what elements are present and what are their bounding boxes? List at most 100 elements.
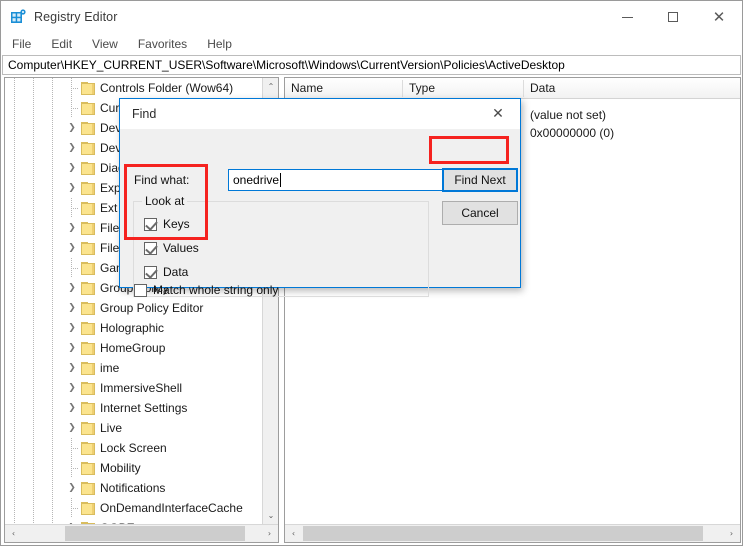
list-scroll-right-button[interactable]: › bbox=[723, 525, 740, 542]
column-header-data[interactable]: Data bbox=[524, 78, 740, 98]
menu-item-file[interactable]: File bbox=[3, 35, 40, 53]
tree-indent-guide bbox=[24, 198, 43, 218]
find-what-input[interactable]: onedrive bbox=[228, 169, 450, 191]
list-horizontal-scroll-thumb[interactable] bbox=[303, 526, 703, 541]
tree-scroll-down-button[interactable]: ⌄ bbox=[263, 507, 278, 524]
tree-item-notifications[interactable]: ❯ Notifications bbox=[5, 478, 262, 498]
chevron-right-icon[interactable]: ❯ bbox=[62, 398, 81, 418]
minimize-button[interactable] bbox=[604, 1, 650, 33]
tree-indent-guide bbox=[24, 298, 43, 318]
close-icon[interactable]: ✕ bbox=[476, 99, 520, 129]
menu-item-view[interactable]: View bbox=[83, 35, 127, 53]
tree-indent-guide bbox=[24, 438, 43, 458]
chevron-right-icon[interactable]: ❯ bbox=[62, 418, 81, 438]
close-button[interactable]: ✕ bbox=[696, 1, 742, 33]
tree-indent-guide bbox=[24, 178, 43, 198]
tree-indent-guide bbox=[43, 458, 62, 478]
tree-item-ondemandinterfacecache[interactable]: OnDemandInterfaceCache bbox=[5, 498, 262, 518]
checkbox-values-box[interactable] bbox=[144, 241, 157, 255]
chevron-right-icon[interactable]: ❯ bbox=[62, 318, 81, 338]
window-title: Registry Editor bbox=[34, 10, 118, 24]
checkbox-keys[interactable]: Keys bbox=[144, 217, 190, 231]
cell-data: (value not set) bbox=[530, 108, 607, 122]
tree-indent-guide bbox=[24, 398, 43, 418]
address-path: Computer\HKEY_CURRENT_USER\Software\Micr… bbox=[8, 58, 565, 72]
tree-indent-guide bbox=[24, 238, 43, 258]
chevron-right-icon[interactable]: ❯ bbox=[62, 178, 81, 198]
chevron-right-glyph: ❯ bbox=[68, 323, 76, 333]
tree-indent-guide bbox=[5, 438, 24, 458]
find-next-button[interactable]: Find Next bbox=[442, 168, 518, 192]
tree-indent-guide bbox=[43, 238, 62, 258]
chevron-right-icon[interactable]: ❯ bbox=[62, 298, 81, 318]
tree-item-homegroup[interactable]: ❯ HomeGroup bbox=[5, 338, 262, 358]
tree-indent-guide bbox=[5, 398, 24, 418]
tree-indent-guide bbox=[5, 138, 24, 158]
chevron-right-icon[interactable]: ❯ bbox=[62, 478, 81, 498]
checkbox-match-whole-string-box[interactable] bbox=[134, 283, 147, 297]
list-scroll-left-button[interactable]: ‹ bbox=[285, 525, 302, 542]
chevron-right-glyph: ❯ bbox=[68, 243, 76, 253]
tree-scroll-left-button[interactable]: ‹ bbox=[5, 525, 22, 542]
cancel-button[interactable]: Cancel bbox=[442, 201, 518, 225]
tree-item-immersiveshell[interactable]: ❯ ImmersiveShell bbox=[5, 378, 262, 398]
chevron-right-icon[interactable]: ❯ bbox=[62, 358, 81, 378]
list-horizontal-scrollbar[interactable]: ‹ › bbox=[285, 524, 740, 542]
tree-item-controls-folder-wow64[interactable]: Controls Folder (Wow64) bbox=[5, 78, 262, 98]
chevron-right-icon[interactable]: ❯ bbox=[62, 378, 81, 398]
tree-horizontal-scroll-thumb[interactable] bbox=[65, 526, 245, 541]
tree-indent-guide bbox=[5, 278, 24, 298]
column-header-name[interactable]: Name bbox=[285, 78, 402, 98]
tree-indent-guide bbox=[5, 158, 24, 178]
maximize-button[interactable] bbox=[650, 1, 696, 33]
tree-item-mobility[interactable]: Mobility bbox=[5, 458, 262, 478]
tree-indent-guide bbox=[43, 138, 62, 158]
tree-indent-guide bbox=[43, 438, 62, 458]
menu-item-edit[interactable]: Edit bbox=[42, 35, 81, 53]
folder-icon bbox=[81, 261, 95, 275]
tree-scroll-right-button[interactable]: › bbox=[261, 525, 278, 542]
column-header-type[interactable]: Type bbox=[403, 78, 523, 98]
chevron-right-glyph: ❯ bbox=[68, 143, 76, 153]
tree-connector bbox=[62, 98, 81, 118]
tree-indent-guide bbox=[43, 338, 62, 358]
tree-indent-guide bbox=[43, 218, 62, 238]
tree-item-label: Lock Screen bbox=[100, 441, 167, 455]
tree-indent-guide bbox=[5, 478, 24, 498]
checkbox-values[interactable]: Values bbox=[144, 241, 199, 255]
tree-item-live[interactable]: ❯ Live bbox=[5, 418, 262, 438]
chevron-right-icon[interactable]: ❯ bbox=[62, 158, 81, 178]
checkbox-keys-label: Keys bbox=[163, 217, 190, 231]
menu-item-favorites[interactable]: Favorites bbox=[129, 35, 196, 53]
registry-editor-window: Registry Editor ✕ File Edit View Favorit… bbox=[0, 0, 743, 546]
folder-icon bbox=[81, 141, 95, 155]
checkbox-data-box[interactable] bbox=[144, 265, 157, 279]
tree-item-holographic[interactable]: ❯ Holographic bbox=[5, 318, 262, 338]
folder-icon bbox=[81, 221, 95, 235]
chevron-right-icon[interactable]: ❯ bbox=[62, 118, 81, 138]
folder-icon bbox=[81, 401, 95, 415]
tree-item-ime[interactable]: ❯ ime bbox=[5, 358, 262, 378]
tree-indent-guide bbox=[43, 498, 62, 518]
chevron-right-icon[interactable]: ❯ bbox=[62, 138, 81, 158]
tree-connector bbox=[62, 198, 81, 218]
tree-item-internet-settings[interactable]: ❯ Internet Settings bbox=[5, 398, 262, 418]
checkbox-data[interactable]: Data bbox=[144, 265, 188, 279]
chevron-right-icon[interactable]: ❯ bbox=[62, 218, 81, 238]
chevron-right-icon[interactable]: ❯ bbox=[62, 278, 81, 298]
chevron-right-glyph: ❯ bbox=[68, 363, 76, 373]
tree-item-label: Live bbox=[100, 421, 123, 435]
tree-item-lock-screen[interactable]: Lock Screen bbox=[5, 438, 262, 458]
chevron-right-icon[interactable]: ❯ bbox=[62, 338, 81, 358]
address-bar[interactable]: Computer\HKEY_CURRENT_USER\Software\Micr… bbox=[2, 55, 741, 75]
tree-horizontal-scrollbar[interactable]: ‹ › bbox=[5, 524, 278, 542]
tree-item-label: ime bbox=[100, 361, 120, 375]
tree-item-group-policy-editor[interactable]: ❯ Group Policy Editor bbox=[5, 298, 262, 318]
menu-item-help[interactable]: Help bbox=[198, 35, 241, 53]
checkbox-match-whole-string[interactable]: Match whole string only bbox=[134, 283, 278, 297]
chevron-right-icon[interactable]: ❯ bbox=[62, 238, 81, 258]
tree-scroll-up-button[interactable]: ⌃ bbox=[263, 78, 278, 95]
checkbox-keys-box[interactable] bbox=[144, 217, 157, 231]
tree-indent-guide bbox=[43, 258, 62, 278]
tree-indent-guide bbox=[5, 118, 24, 138]
